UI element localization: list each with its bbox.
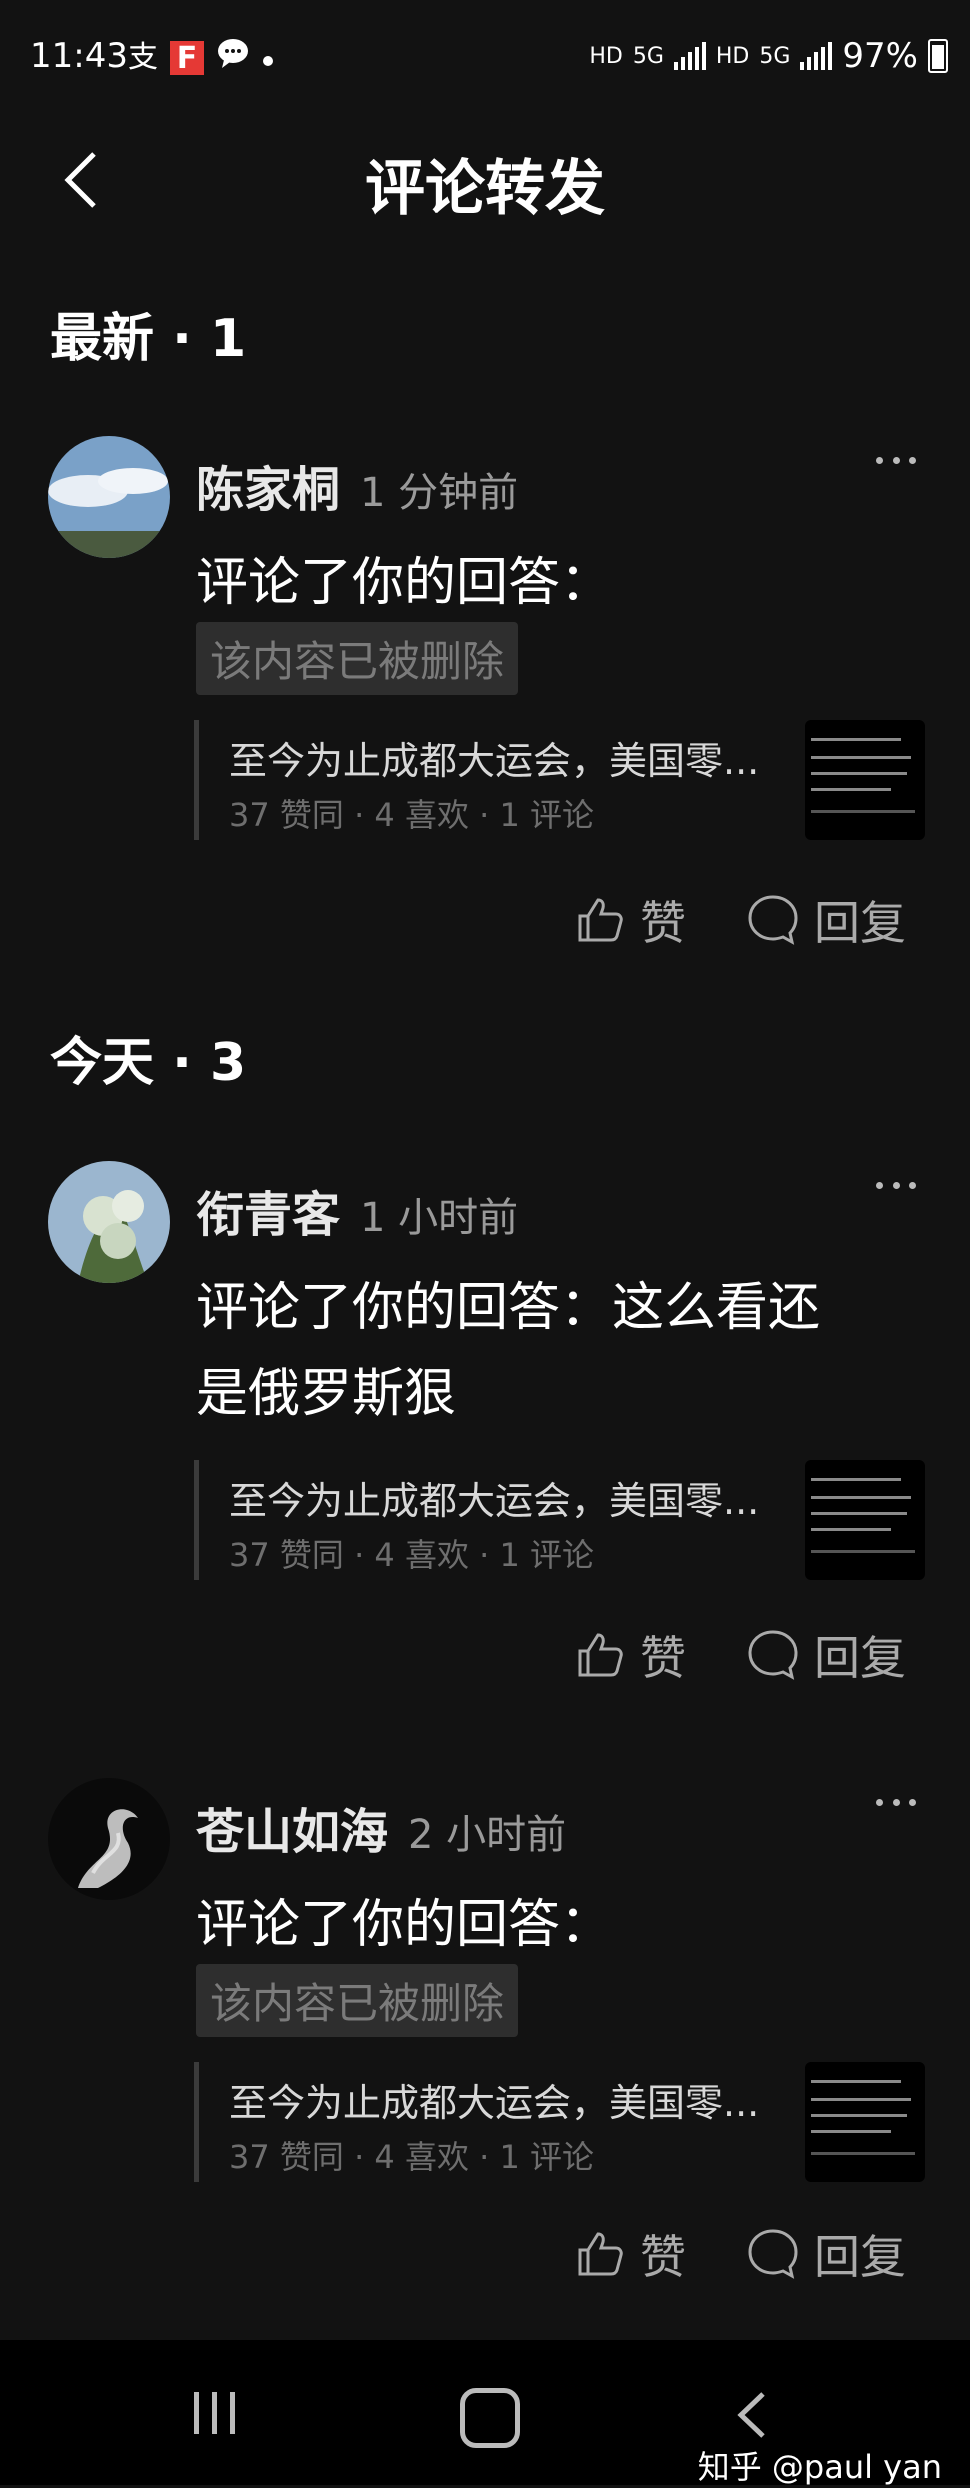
- quoted-answer[interactable]: 至今为止成都大运会，美国零... 37 赞同 · 4 喜欢 · 1 评论: [194, 2062, 925, 2182]
- quoted-answer-title: 至今为止成都大运会，美国零...: [229, 739, 760, 783]
- signal-icon: [800, 42, 833, 70]
- quoted-answer-stats: 37 赞同 · 4 喜欢 · 1 评论: [229, 2138, 594, 2176]
- user-name[interactable]: 陈家桐 1 分钟前: [196, 450, 518, 520]
- page-title: 评论转发: [365, 154, 605, 224]
- avatar[interactable]: [48, 1161, 170, 1283]
- comment-actions: 赞 回复: [574, 885, 934, 955]
- quoted-answer-title: 至今为止成都大运会，美国零...: [229, 2081, 760, 2125]
- avatar[interactable]: [48, 436, 170, 558]
- comment-time: 1 小时前: [360, 1195, 519, 1241]
- watermark: 知乎 @paul yan: [697, 2448, 942, 2486]
- quoted-answer-title: 至今为止成都大运会，美国零...: [229, 1479, 760, 1523]
- comment-text: 评论了你的回答：这么看还 是俄罗斯狠: [196, 1278, 821, 1424]
- more-icon[interactable]: [876, 1794, 916, 1810]
- notification-icons: 支 F: [128, 36, 274, 79]
- like-button[interactable]: 赞: [574, 1620, 686, 1690]
- signal-icon: [673, 42, 706, 70]
- section-today-heading: 今天 · 3: [50, 1033, 247, 1093]
- comment-actions: 赞 回复: [574, 2219, 934, 2289]
- comment-text: 评论了你的回答：: [196, 1895, 613, 1955]
- comment-time: 2 小时前: [408, 1812, 567, 1858]
- more-icon[interactable]: [876, 1177, 916, 1193]
- comment-bubble-icon: [748, 2229, 798, 2279]
- user-name[interactable]: 衔青客 1 小时前: [196, 1175, 518, 1245]
- comment-time: 1 分钟前: [360, 470, 519, 516]
- quoted-answer-stats: 37 赞同 · 4 喜欢 · 1 评论: [229, 796, 594, 834]
- answer-thumbnail: [805, 1460, 925, 1580]
- comment-bubble-icon: [748, 1630, 798, 1680]
- message-icon: [216, 36, 250, 79]
- reply-button[interactable]: 回复: [746, 885, 906, 955]
- quoted-answer-stats: 37 赞同 · 4 喜欢 · 1 评论: [229, 1536, 594, 1574]
- hd-label: HD: [715, 43, 750, 69]
- like-button[interactable]: 赞: [574, 2219, 686, 2289]
- section-latest-heading: 最新 · 1: [50, 309, 247, 369]
- comment-card[interactable]: 陈家桐 1 分钟前 评论了你的回答： 该内容已被删除 至今为止成都大运会，美国零.…: [0, 430, 970, 960]
- like-button[interactable]: 赞: [574, 885, 686, 955]
- status-indicators: HD 5G HD 5G 97%: [589, 36, 948, 76]
- more-icon[interactable]: [876, 452, 916, 468]
- battery-percent: 97%: [842, 36, 918, 76]
- recent-apps-icon[interactable]: [190, 2390, 240, 2440]
- thumbs-up-icon: [578, 1633, 623, 1677]
- comment-actions: 赞 回复: [574, 1620, 934, 1690]
- avatar[interactable]: [48, 1778, 170, 1900]
- home-icon[interactable]: [460, 2388, 520, 2448]
- status-bar: 11:43 支 F HD 5G HD 5G 97%: [0, 0, 970, 120]
- quoted-answer[interactable]: 至今为止成都大运会，美国零... 37 赞同 · 4 喜欢 · 1 评论: [194, 720, 925, 840]
- status-time: 11:43: [30, 36, 128, 76]
- comment-card[interactable]: 苍山如海 2 小时前 评论了你的回答： 该内容已被删除 至今为止成都大运会，美国零…: [0, 1772, 970, 2332]
- 5g-label: 5G: [759, 43, 791, 69]
- battery-icon: [928, 39, 948, 73]
- deleted-content-badge: 该内容已被删除: [196, 1964, 519, 2037]
- alipay-icon: 支: [128, 39, 158, 75]
- deleted-content-badge: 该内容已被删除: [196, 622, 519, 695]
- reply-button[interactable]: 回复: [746, 2219, 906, 2289]
- comment-text: 评论了你的回答：: [196, 553, 613, 613]
- user-name[interactable]: 苍山如海 2 小时前: [196, 1792, 566, 1862]
- thumbs-up-icon: [578, 898, 623, 942]
- back-icon[interactable]: [735, 2390, 769, 2444]
- 5g-label: 5G: [632, 43, 664, 69]
- hd-label: HD: [589, 43, 623, 69]
- reply-button[interactable]: 回复: [746, 1620, 906, 1690]
- answer-thumbnail: [805, 2062, 925, 2182]
- dot-icon: [262, 40, 274, 76]
- quoted-answer[interactable]: 至今为止成都大运会，美国零... 37 赞同 · 4 喜欢 · 1 评论: [194, 1460, 925, 1580]
- thumbs-up-icon: [578, 2232, 623, 2276]
- answer-thumbnail: [805, 720, 925, 840]
- comment-bubble-icon: [748, 895, 798, 945]
- comment-card[interactable]: 衔青客 1 小时前 评论了你的回答：这么看还 是俄罗斯狠 至今为止成都大运会，美国…: [0, 1155, 970, 1715]
- flipboard-icon: F: [170, 40, 204, 76]
